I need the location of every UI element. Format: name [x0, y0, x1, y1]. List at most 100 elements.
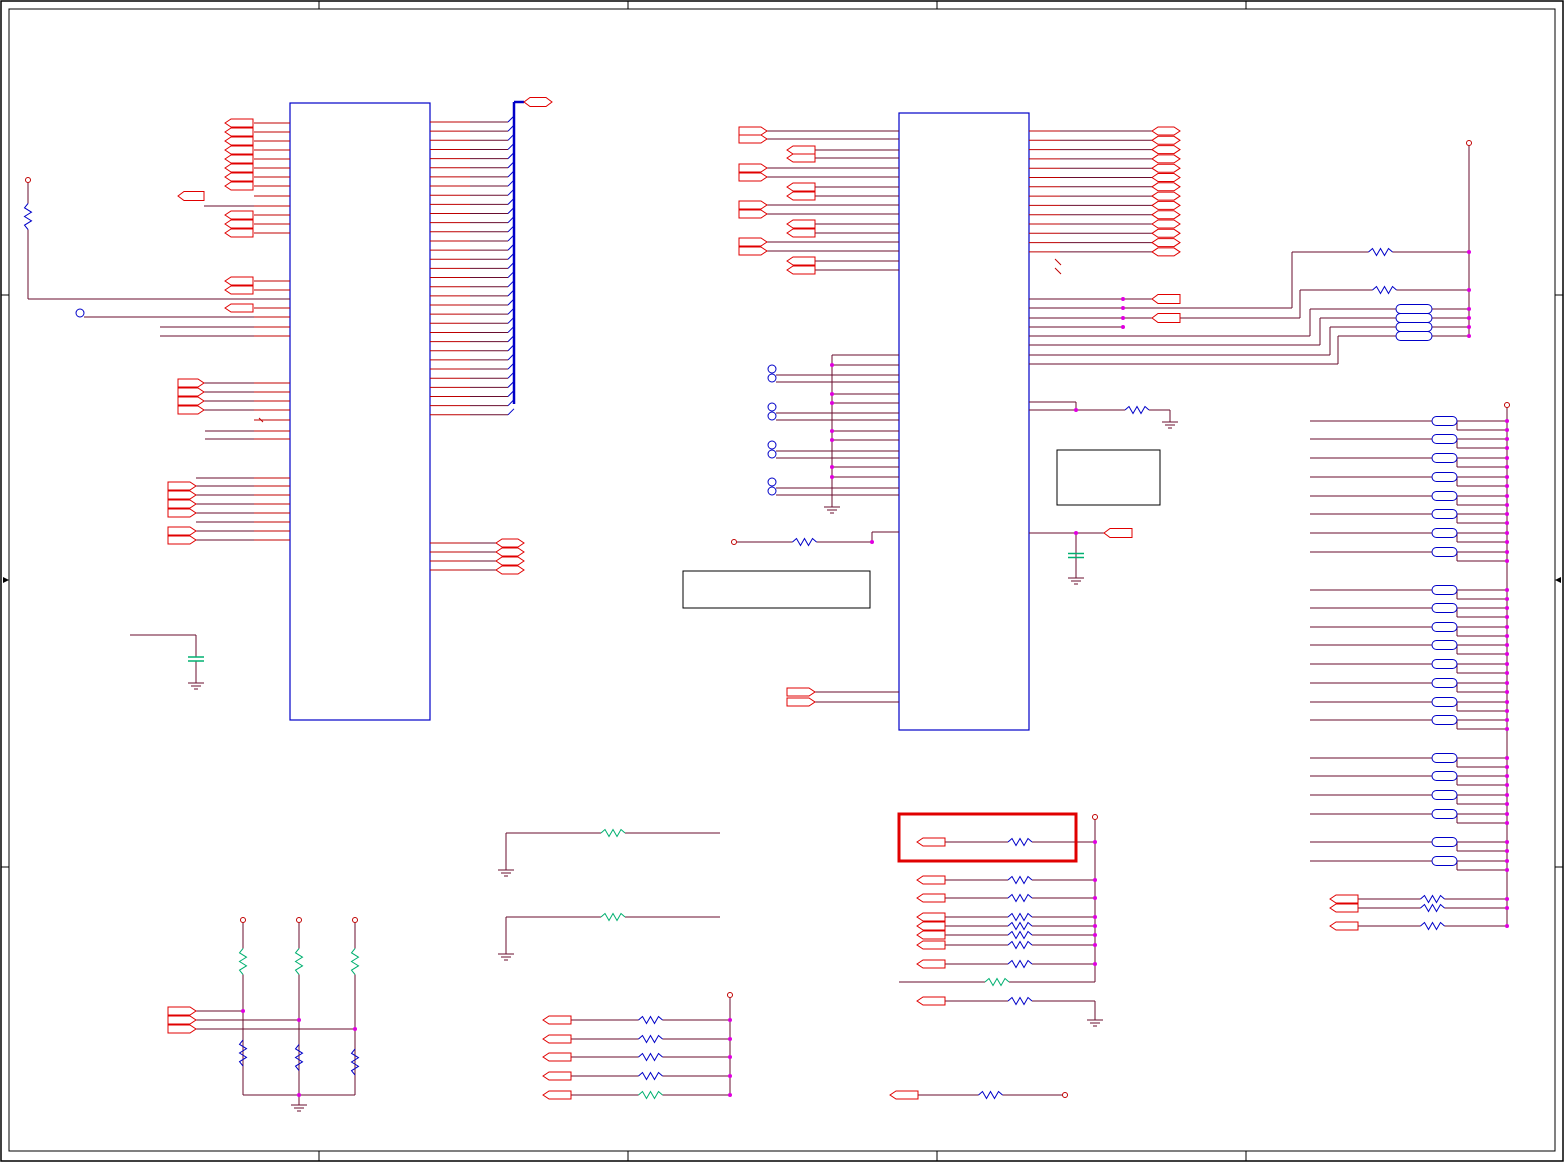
junction-dot	[1505, 906, 1509, 910]
net-port-icon	[224, 145, 254, 155]
net-port-icon	[1151, 182, 1181, 192]
junction-dot	[1505, 540, 1509, 544]
junction-dot	[1505, 634, 1509, 638]
net-port-icon	[495, 547, 525, 557]
net-port-icon	[1151, 173, 1181, 182]
net-port-icon	[1151, 163, 1181, 173]
junction-dot	[1505, 597, 1509, 601]
net-port-icon	[177, 191, 205, 201]
junction-dot	[1505, 924, 1509, 928]
junction-dot	[1505, 531, 1509, 535]
junction-dot	[1505, 681, 1509, 685]
junction-dot	[1074, 531, 1078, 535]
junction-dot	[297, 1093, 301, 1097]
net-port-icon	[167, 490, 197, 500]
net-port-icon	[916, 837, 946, 847]
net-port-icon	[916, 940, 946, 950]
test-point-icon	[767, 402, 777, 412]
junction-dot	[1467, 325, 1471, 329]
ferrite-bead-icon	[1431, 856, 1458, 866]
ferrite-bead-icon	[1431, 622, 1458, 632]
junction-dot	[1505, 849, 1509, 853]
net-port-icon	[542, 1071, 572, 1081]
net-port-icon	[786, 228, 816, 238]
junction-dot	[1505, 494, 1509, 498]
junction-dot	[1505, 475, 1509, 479]
net-port-icon	[167, 1024, 197, 1034]
junction-dot	[830, 475, 834, 479]
net-port-icon	[1151, 210, 1181, 220]
junction-dot	[1467, 307, 1471, 311]
net-port-icon	[916, 921, 946, 931]
junction-dot	[1505, 793, 1509, 797]
net-port-icon	[542, 1090, 572, 1100]
ferrite-bead-icon	[1431, 837, 1458, 847]
net-port-icon	[495, 556, 525, 566]
power-pin-icon	[240, 917, 246, 923]
net-port-icon	[224, 285, 254, 295]
junction-dot	[1505, 709, 1509, 713]
junction-dot	[1505, 559, 1509, 563]
net-port-icon	[542, 1015, 572, 1025]
ferrite-bead-icon	[1431, 678, 1458, 688]
net-port-icon	[167, 1006, 197, 1016]
net-port-icon	[167, 535, 197, 545]
net-port-icon	[167, 1015, 197, 1025]
net-port-icon	[916, 930, 946, 940]
test-point-icon	[75, 308, 85, 318]
ferrite-bead-icon	[1431, 547, 1458, 557]
net-port-icon	[738, 237, 768, 247]
junction-dot	[297, 1018, 301, 1022]
ferrite-bead-icon	[1395, 331, 1433, 341]
net-port-icon	[224, 210, 254, 220]
schematic-canvas[interactable]	[0, 0, 1564, 1162]
net-port-icon	[738, 246, 768, 256]
net-port-icon	[786, 191, 816, 201]
junction-dot	[1467, 334, 1471, 338]
junction-dot	[1505, 840, 1509, 844]
net-port-icon	[495, 565, 525, 575]
net-port-icon	[786, 153, 816, 163]
junction-dot	[241, 1009, 245, 1013]
net-port-icon	[916, 893, 946, 903]
test-point-icon	[767, 364, 777, 374]
net-port-icon	[224, 154, 254, 164]
junction-dot	[1505, 550, 1509, 554]
junction-dot	[1505, 690, 1509, 694]
power-pin-icon	[1466, 140, 1472, 146]
junction-dot	[1093, 840, 1097, 844]
net-port-icon	[224, 118, 254, 128]
power-pin-icon	[731, 539, 737, 545]
net-port-icon	[916, 875, 946, 885]
net-port-icon	[786, 256, 816, 266]
ferrite-bead-icon	[1431, 603, 1458, 613]
junction-dot	[1505, 859, 1509, 863]
ferrite-bead-icon	[1431, 715, 1458, 725]
junction-dot	[1505, 465, 1509, 469]
junction-dot	[1093, 933, 1097, 937]
junction-dot	[1505, 774, 1509, 778]
power-pin-icon	[1062, 1092, 1068, 1098]
net-port-icon	[495, 538, 525, 548]
net-port-icon	[916, 996, 946, 1006]
ferrite-bead-icon	[1431, 697, 1458, 707]
junction-dot	[1505, 662, 1509, 666]
net-port-icon	[738, 209, 768, 219]
net-port-icon	[523, 97, 553, 107]
junction-dot	[1505, 783, 1509, 787]
net-port-icon	[177, 378, 205, 388]
net-port-icon	[224, 172, 254, 182]
net-port-icon	[1329, 921, 1359, 931]
net-port-icon	[542, 1034, 572, 1044]
junction-dot	[1505, 428, 1509, 432]
junction-dot	[1121, 297, 1125, 301]
junction-dot	[1093, 924, 1097, 928]
ferrite-bead-icon	[1431, 416, 1458, 426]
junction-dot	[1505, 588, 1509, 592]
junction-dot	[1505, 437, 1509, 441]
net-port-icon	[224, 303, 254, 313]
net-port-icon	[1329, 894, 1359, 904]
junction-dot	[1505, 802, 1509, 806]
ferrite-bead-icon	[1431, 453, 1458, 463]
junction-dot	[728, 1093, 732, 1097]
